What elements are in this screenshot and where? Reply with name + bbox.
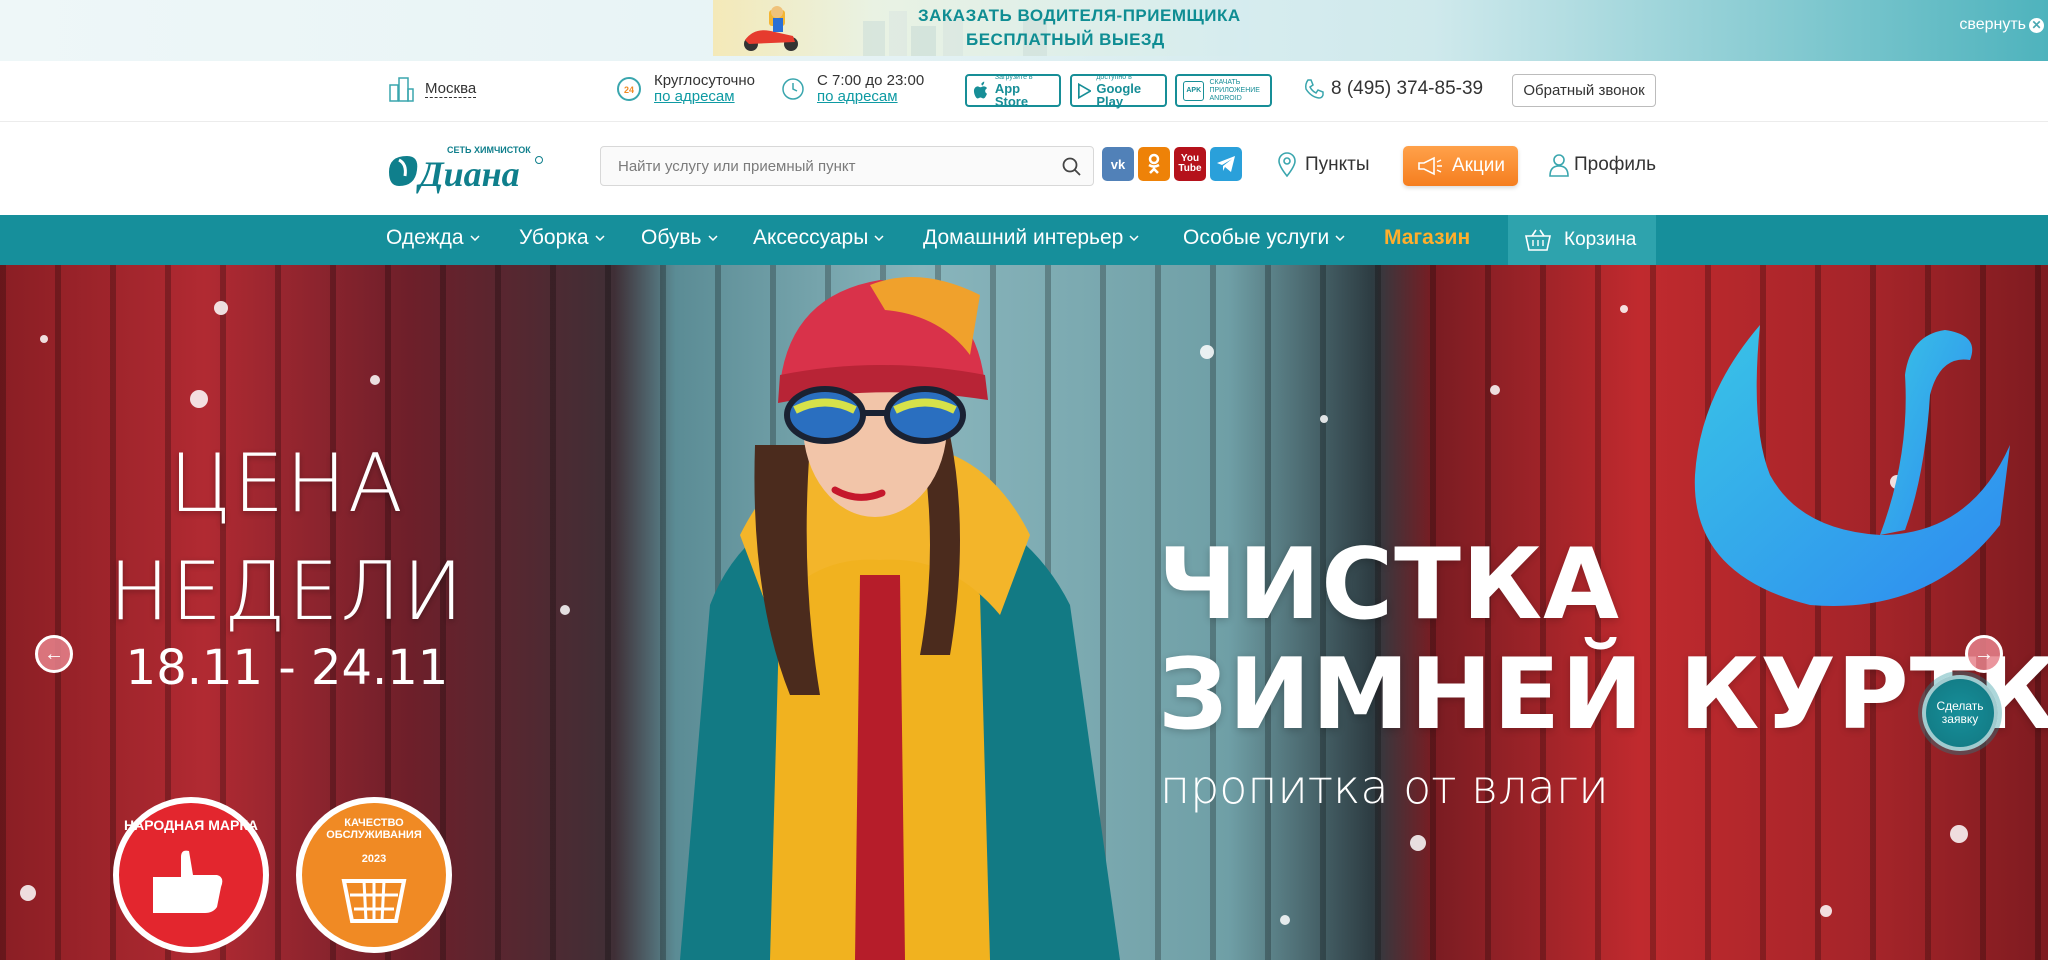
app-store-label: App Store: [994, 80, 1029, 109]
nav-item-label: Одежда: [386, 226, 464, 249]
header: СЕТЬ ХИМЧИСТОК Диана vk You Tube Пункты …: [0, 122, 2048, 215]
user-icon: [1549, 154, 1569, 177]
hours-day-link[interactable]: по адресам: [817, 88, 898, 105]
phone-text: 8 (495) 374-85-39: [1331, 78, 1484, 99]
city-selector[interactable]: Москва: [387, 75, 477, 103]
chevron-down-icon: [874, 235, 884, 241]
nav-item-shop[interactable]: Магазин: [1384, 226, 1470, 250]
nav-item-clothing[interactable]: Одежда: [386, 226, 480, 250]
google-play-label: Google Play: [1096, 80, 1142, 109]
vk-icon[interactable]: vk: [1102, 147, 1134, 181]
profile-label: Профиль: [1574, 154, 1657, 175]
hero-model-image: [680, 277, 1120, 960]
main-nav: Одежда Уборка Обувь Аксессуары Домашний …: [0, 215, 2048, 265]
price-of-week-line-2: НЕДЕЛИ: [109, 545, 465, 638]
arrow-right-icon: →: [1974, 642, 1994, 665]
apk-icon: APK: [1183, 80, 1205, 101]
hero-slider: ЦЕНА НЕДЕЛИ 18.11 - 24.11 НАРОДНАЯ МАРКА…: [0, 265, 2048, 960]
search-icon[interactable]: [1061, 156, 1083, 178]
collapse-label: свернуть: [1959, 16, 2026, 33]
nav-item-accessories[interactable]: Аксессуары: [753, 226, 884, 250]
price-of-week-dates: 18.11 - 24.11: [125, 640, 449, 696]
price-of-week-title: ЦЕНА НЕДЕЛИ: [102, 430, 472, 646]
make-request-button[interactable]: Сделать заявку: [1922, 675, 1998, 751]
service-quality-label: КАЧЕСТВО ОБСЛУЖИВАНИЯ: [326, 817, 422, 841]
search-input[interactable]: [601, 147, 1041, 185]
slider-prev-button[interactable]: ←: [35, 635, 73, 673]
telegram-icon[interactable]: [1210, 147, 1242, 181]
clock-icon: [782, 78, 804, 100]
apple-icon: [973, 81, 988, 98]
price-of-week-line-1: ЦЕНА: [169, 437, 405, 530]
nav-item-label: Аксессуары: [753, 226, 869, 249]
nav-item-label: Уборка: [519, 226, 589, 249]
nav-item-shoes[interactable]: Обувь: [641, 226, 718, 250]
people-brand-badge: НАРОДНАЯ МАРКА: [113, 797, 269, 953]
promo-line-2: БЕСПЛАТНЫЙ ВЫЕЗД: [966, 30, 1165, 49]
hours-day-title: С 7:00 до 23:00: [817, 72, 925, 89]
map-pin-icon: [1278, 152, 1296, 178]
promo-line-1: ЗАКАЗАТЬ ВОДИТЕЛЯ-ПРИЕМЩИКА: [918, 6, 1241, 25]
chevron-down-icon: [707, 235, 718, 241]
arrow-left-icon: ←: [44, 642, 64, 665]
cart-button[interactable]: Корзина: [1508, 215, 1656, 265]
profile-link[interactable]: Профиль: [1548, 152, 1656, 178]
phone-number[interactable]: 8 (495) 374-85-39: [1303, 78, 1483, 100]
callback-button[interactable]: Обратный звонок: [1512, 74, 1656, 107]
chevron-down-icon: [470, 235, 480, 241]
chevron-down-icon: [595, 235, 605, 241]
thumbs-up-icon: [153, 850, 223, 913]
slider-next-button[interactable]: →: [1965, 635, 2003, 673]
info-bar: Москва 24 Круглосуточно по адресам С 7:0…: [0, 61, 2048, 122]
apk-download-button[interactable]: APK СКАЧАТЬ ПРИЛОЖЕНИЕ ANDROID: [1175, 74, 1272, 107]
basket-icon: [1525, 229, 1551, 251]
hours-24-7: 24 Круглосуточно по адресам: [616, 73, 755, 105]
close-icon: ✕: [2029, 17, 2044, 33]
hours-day: С 7:00 до 23:00 по адресам: [781, 73, 924, 105]
city-name: Москва: [425, 80, 477, 98]
phone-icon: [1305, 79, 1324, 99]
service-quality-badge: КАЧЕСТВО ОБСЛУЖИВАНИЯ 2023: [296, 797, 452, 953]
promotions-label: Акции: [1451, 155, 1506, 176]
apk-label: СКАЧАТЬ ПРИЛОЖЕНИЕ ANDROID: [1209, 78, 1260, 102]
diana-logo[interactable]: СЕТЬ ХИМЧИСТОК Диана: [385, 142, 545, 194]
odnoklassniki-icon[interactable]: [1138, 147, 1170, 181]
nav-item-cleaning[interactable]: Уборка: [519, 226, 605, 250]
service-quality-year: 2023: [361, 853, 387, 865]
promotions-button[interactable]: Акции: [1403, 146, 1518, 186]
points-link[interactable]: Пункты: [1277, 152, 1370, 178]
people-brand-label: НАРОДНАЯ МАРКА: [124, 817, 258, 833]
google-play-icon: [1078, 82, 1092, 99]
city-buildings-icon: [389, 77, 414, 102]
logo-wordmark: Диана: [416, 154, 520, 194]
megaphone-icon: [1418, 156, 1442, 176]
google-play-button[interactable]: доступно в Google Play: [1070, 74, 1167, 109]
chevron-down-icon: [1129, 235, 1139, 241]
app-store-button[interactable]: Загрузите в App Store: [965, 74, 1061, 109]
hero-subtitle: пропитка от влаги: [1160, 760, 1609, 814]
nav-item-special-services[interactable]: Особые услуги: [1183, 226, 1345, 250]
swan-logo-icon: [1694, 325, 2010, 606]
chevron-down-icon: [1335, 235, 1345, 241]
basket-award-icon: [341, 879, 407, 923]
hours-24-7-title: Круглосуточно: [654, 72, 755, 89]
top-promo-bar: ЗАКАЗАТЬ ВОДИТЕЛЯ-ПРИЕМЩИКА БЕСПЛАТНЫЙ В…: [0, 0, 2048, 61]
nav-item-label: Особые услуги: [1183, 226, 1330, 249]
24-7-icon: 24: [617, 77, 641, 101]
search-box: [600, 146, 1094, 186]
promo-banner[interactable]: ЗАКАЗАТЬ ВОДИТЕЛЯ-ПРИЕМЩИКА БЕСПЛАТНЫЙ В…: [713, 0, 1249, 56]
hours-24-7-link[interactable]: по адресам: [654, 88, 735, 105]
nav-item-label: Домашний интерьер: [923, 226, 1124, 249]
svg-text:24: 24: [624, 85, 634, 95]
nav-item-label: Обувь: [641, 226, 702, 249]
nav-item-home-interior[interactable]: Домашний интерьер: [923, 226, 1139, 250]
points-label: Пункты: [1305, 154, 1370, 175]
scooter-courier-icon: [744, 6, 798, 51]
hero-title-line-2: ЗИМНЕЙ КУРТКИ: [1158, 638, 2048, 752]
youtube-icon[interactable]: You Tube: [1174, 147, 1206, 181]
cart-label: Корзина: [1564, 229, 1637, 250]
collapse-promo-button[interactable]: свернуть ✕: [1959, 16, 2044, 34]
